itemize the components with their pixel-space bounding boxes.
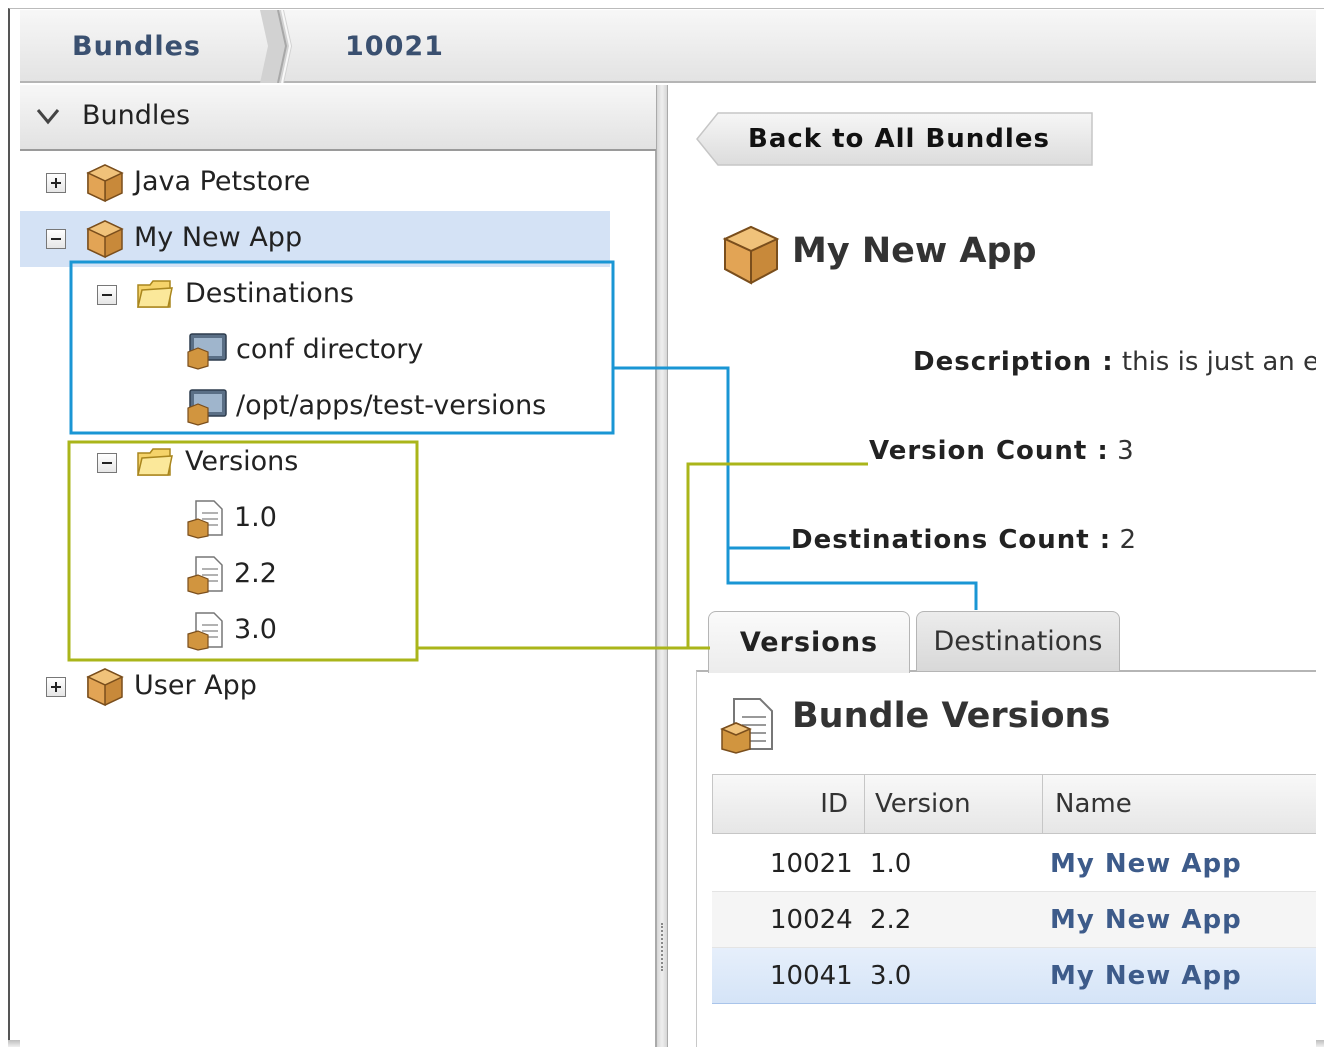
tree-item-label: conf directory bbox=[236, 334, 424, 365]
tree-item-label: Java Petstore bbox=[134, 166, 311, 197]
column-header-version[interactable]: Version bbox=[865, 775, 1043, 833]
panel-splitter[interactable] bbox=[656, 85, 668, 1047]
tree-item-user-app[interactable]: User App bbox=[20, 659, 630, 715]
tree-item-label: 2.2 bbox=[234, 558, 277, 589]
bundle-detail-panel: Back to All Bundles My New App Descripti… bbox=[668, 85, 1316, 1047]
breadcrumb: Bundles 10021 bbox=[20, 10, 1316, 83]
splitter-grip-icon[interactable] bbox=[661, 923, 664, 971]
collapse-icon[interactable] bbox=[46, 229, 66, 249]
breadcrumb-current: 10021 bbox=[345, 31, 444, 62]
table-row[interactable]: 10041 3.0 My New App bbox=[712, 948, 1316, 1004]
bundle-title: My New App bbox=[792, 231, 1037, 271]
chevron-down-icon[interactable] bbox=[36, 107, 60, 127]
tree-item-destinations[interactable]: Destinations bbox=[20, 267, 630, 323]
cell-id: 10041 bbox=[770, 961, 853, 991]
bundle-box-icon bbox=[86, 220, 124, 259]
tree-item-test-versions[interactable]: /opt/apps/test-versions bbox=[20, 379, 630, 435]
expand-icon[interactable] bbox=[46, 677, 66, 697]
tree-header-title: Bundles bbox=[82, 100, 191, 131]
cell-version: 2.2 bbox=[870, 905, 912, 935]
bundles-tree-panel: Bundles Java Petstore My New App Destina… bbox=[20, 85, 656, 1047]
version-count-property: Version Count : 3 bbox=[869, 436, 1134, 466]
table-header: ID Version Name bbox=[712, 774, 1316, 834]
bundle-versions-icon bbox=[720, 698, 773, 754]
description-label: Description : bbox=[913, 347, 1114, 377]
version-document-icon bbox=[187, 612, 223, 651]
collapse-icon[interactable] bbox=[97, 285, 117, 305]
bundle-box-icon bbox=[722, 225, 780, 285]
destination-icon bbox=[187, 333, 227, 370]
version-document-icon bbox=[187, 556, 223, 595]
cell-name-link[interactable]: My New App bbox=[1050, 948, 1242, 1004]
description-property: Description : this is just an e bbox=[913, 347, 1316, 377]
breadcrumb-separator-icon bbox=[260, 10, 292, 83]
tree-item-label: 1.0 bbox=[234, 502, 277, 533]
folder-icon bbox=[137, 280, 173, 308]
bundle-versions-title: Bundle Versions bbox=[792, 696, 1111, 736]
tree-item-label: Destinations bbox=[185, 278, 355, 309]
tree-item-version-3-0[interactable]: 3.0 bbox=[20, 603, 630, 659]
tree-item-label: My New App bbox=[134, 222, 303, 253]
cell-name-link[interactable]: My New App bbox=[1050, 836, 1242, 892]
tree-item-label: User App bbox=[134, 670, 257, 701]
tree-item-versions[interactable]: Versions bbox=[20, 435, 630, 491]
version-document-icon bbox=[187, 500, 223, 539]
tree-item-version-2-2[interactable]: 2.2 bbox=[20, 547, 630, 603]
back-button-label: Back to All Bundles bbox=[748, 124, 1050, 154]
folder-icon bbox=[137, 448, 173, 476]
table-row[interactable]: 10021 1.0 My New App bbox=[712, 836, 1316, 892]
bundle-box-icon bbox=[86, 668, 124, 707]
version-count-label: Version Count : bbox=[869, 436, 1109, 466]
tree-item-label: /opt/apps/test-versions bbox=[236, 390, 547, 421]
tree-item-label: Versions bbox=[185, 446, 299, 477]
cell-version: 3.0 bbox=[870, 961, 912, 991]
cell-version: 1.0 bbox=[870, 849, 912, 879]
tree-item-java-petstore[interactable]: Java Petstore bbox=[20, 155, 630, 211]
tree-item-my-new-app[interactable]: My New App bbox=[20, 211, 610, 267]
column-header-name[interactable]: Name bbox=[1043, 775, 1316, 833]
description-value: this is just an e bbox=[1121, 347, 1316, 377]
destinations-count-value: 2 bbox=[1119, 525, 1136, 555]
cell-id: 10024 bbox=[770, 905, 853, 935]
tree-item-version-1-0[interactable]: 1.0 bbox=[20, 491, 630, 547]
cell-name-link[interactable]: My New App bbox=[1050, 892, 1242, 948]
cell-id: 10021 bbox=[770, 849, 853, 879]
tab-versions[interactable]: Versions bbox=[708, 611, 910, 673]
destinations-count-property: Destinations Count : 2 bbox=[791, 525, 1136, 555]
bundle-box-icon bbox=[86, 164, 124, 203]
tree-item-conf-directory[interactable]: conf directory bbox=[20, 323, 630, 379]
destinations-count-label: Destinations Count : bbox=[791, 525, 1112, 555]
breadcrumb-bundles[interactable]: Bundles bbox=[72, 10, 201, 83]
tab-destinations[interactable]: Destinations bbox=[916, 611, 1120, 671]
version-count-value: 3 bbox=[1117, 436, 1134, 466]
back-to-all-bundles-button[interactable]: Back to All Bundles bbox=[696, 112, 1094, 166]
collapse-icon[interactable] bbox=[97, 453, 117, 473]
tree-item-label: 3.0 bbox=[234, 614, 277, 645]
destination-icon bbox=[187, 389, 227, 426]
table-row[interactable]: 10024 2.2 My New App bbox=[712, 892, 1316, 948]
column-header-id[interactable]: ID bbox=[713, 775, 865, 833]
tree-header[interactable]: Bundles bbox=[20, 85, 656, 151]
expand-icon[interactable] bbox=[46, 173, 66, 193]
